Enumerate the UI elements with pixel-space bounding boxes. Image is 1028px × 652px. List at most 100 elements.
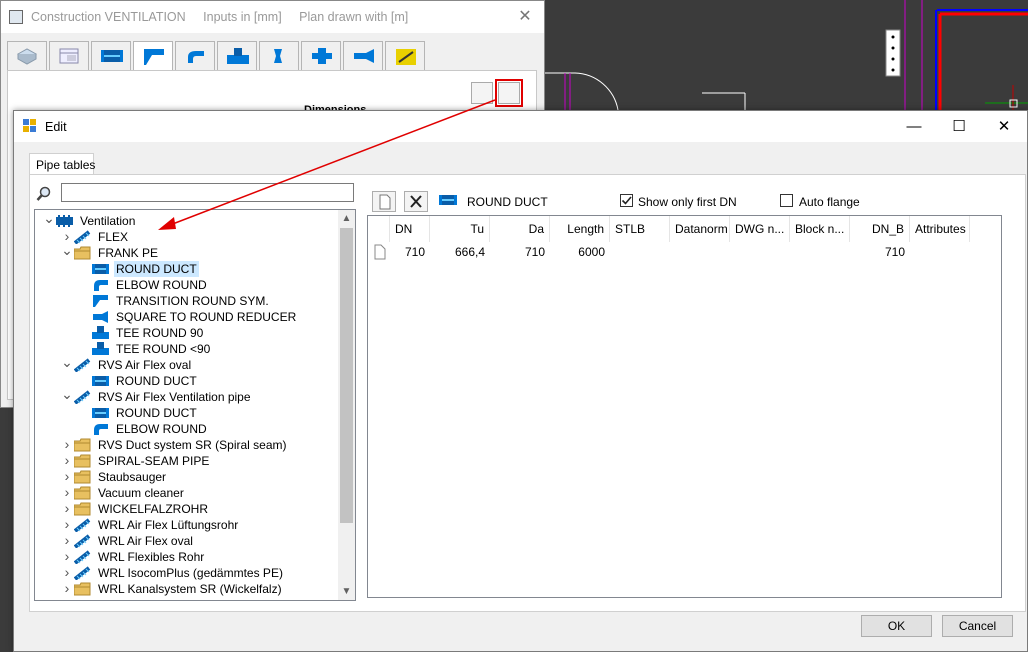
tab-table[interactable]	[49, 41, 89, 71]
checkmark-icon	[621, 196, 632, 205]
scrollbar-thumb[interactable]	[340, 228, 353, 523]
folder-icon	[73, 454, 91, 468]
tab-tee[interactable]	[217, 41, 257, 71]
search-input[interactable]	[61, 183, 354, 202]
column-header-length[interactable]: Length	[550, 216, 610, 242]
round-duct-icon	[92, 406, 109, 420]
flex-icon	[396, 49, 416, 65]
tab-reducer[interactable]	[259, 41, 299, 71]
tab-pipe-tables[interactable]: Pipe tables	[29, 153, 95, 175]
tab-transition[interactable]	[133, 41, 173, 73]
cell-dwg[interactable]	[730, 242, 790, 262]
cross-icon	[312, 48, 332, 64]
cell-datanorm[interactable]	[670, 242, 730, 262]
tree-item-label: ELBOW ROUND	[116, 422, 207, 436]
table-view-button[interactable]	[471, 82, 493, 104]
tree-scrollbar[interactable]: ▲ ▼	[338, 210, 355, 600]
tree-item-label: SPIRAL-SEAM PIPE	[98, 454, 210, 468]
cell-attributes[interactable]	[910, 242, 970, 262]
scroll-up-icon[interactable]: ▲	[338, 210, 355, 227]
folder-icon	[73, 246, 91, 260]
column-header-dn[interactable]: DN	[390, 216, 430, 242]
cell-dn[interactable]: 710	[390, 242, 430, 262]
tee-icon	[92, 326, 109, 340]
delete-row-button[interactable]	[404, 191, 428, 212]
chevron-right-icon[interactable]: ›	[61, 517, 73, 533]
new-row-button[interactable]	[372, 191, 396, 212]
tree-item-label: RVS Air Flex Ventilation pipe	[98, 390, 251, 404]
search-icon	[36, 186, 51, 201]
round-duct-icon	[92, 374, 109, 388]
round-duct-icon	[101, 50, 123, 62]
tree-item-label: ROUND DUCT	[116, 406, 197, 420]
column-header-stlb[interactable]: STLB	[610, 216, 670, 242]
maximize-button[interactable]: ☐	[936, 111, 982, 142]
tab-saddle[interactable]	[343, 41, 383, 71]
tree-item-label: TEE ROUND 90	[116, 326, 204, 340]
close-button[interactable]: ✕	[981, 111, 1027, 142]
tab-flex[interactable]	[385, 41, 425, 71]
flex-pipe-icon	[73, 230, 91, 245]
tree-item-label: RVS Duct system SR (Spiral seam)	[98, 438, 287, 452]
tab-elbow[interactable]	[175, 41, 215, 71]
column-header-da[interactable]: Da	[490, 216, 550, 242]
construction-close-button[interactable]: ✕	[514, 6, 536, 28]
column-header-tu[interactable]: Tu	[430, 216, 490, 242]
pipe-table-tree[interactable]: ▲ ▼ ⌄ Ventilation › FLEX ⌄ FRANK PE ROUND DUCT…	[34, 209, 356, 601]
chevron-right-icon[interactable]: ›	[61, 533, 73, 549]
chevron-right-icon[interactable]: ›	[61, 565, 73, 581]
column-header-dn-b[interactable]: DN_B	[850, 216, 910, 242]
annotation-highlight-box	[495, 79, 523, 107]
table-icon	[59, 48, 79, 64]
chevron-down-icon[interactable]: ⌄	[61, 243, 73, 261]
chevron-down-icon[interactable]: ⌄	[61, 355, 73, 373]
tree-item-label: FLEX	[98, 230, 129, 244]
tab-box[interactable]	[7, 41, 47, 71]
tab-round-duct[interactable]	[91, 41, 131, 71]
cancel-button[interactable]: Cancel	[942, 615, 1013, 637]
column-header-block[interactable]: Block n...	[790, 216, 850, 242]
chevron-right-icon[interactable]: ›	[61, 485, 73, 501]
cell-da[interactable]: 710	[490, 242, 550, 262]
chevron-down-icon[interactable]: ⌄	[43, 211, 55, 229]
cell-tu[interactable]: 666,4	[430, 242, 490, 262]
tree-item-label: WRL Flexibles Rohr	[98, 550, 205, 564]
minimize-button[interactable]: —	[891, 111, 937, 142]
tee-icon	[92, 342, 109, 356]
cell-stlb[interactable]	[610, 242, 670, 262]
elbow-icon	[92, 278, 109, 292]
column-header-dwg[interactable]: DWG n...	[730, 216, 790, 242]
show-only-first-dn-checkbox[interactable]	[620, 194, 633, 207]
new-document-icon	[379, 194, 391, 210]
round-duct-icon	[92, 262, 109, 276]
column-header-attributes[interactable]: Attributes	[910, 216, 970, 242]
chevron-right-icon[interactable]: ›	[61, 549, 73, 565]
chevron-right-icon[interactable]: ›	[61, 501, 73, 517]
auto-flange-label: Auto flange	[799, 195, 860, 209]
folder-icon	[73, 502, 91, 516]
chevron-right-icon[interactable]: ›	[61, 437, 73, 453]
auto-flange-checkbox[interactable]	[780, 194, 793, 207]
pipe-data-grid[interactable]: DN Tu Da Length STLB Datanorm DWG n... B…	[367, 215, 1002, 598]
tree-item-label: TRANSITION ROUND SYM.	[116, 294, 269, 308]
edit-dialog: Edit — ☐ ✕ Pipe tables ▲ ▼ ⌄ Ventilation ›…	[13, 110, 1028, 652]
chevron-right-icon[interactable]: ›	[61, 581, 73, 597]
tab-cross[interactable]	[301, 41, 341, 71]
chevron-right-icon[interactable]: ›	[61, 469, 73, 485]
cell-block[interactable]	[790, 242, 850, 262]
flex-pipe-icon	[73, 358, 91, 373]
chevron-down-icon[interactable]: ⌄	[61, 387, 73, 405]
cell-dn-b[interactable]: 710	[850, 242, 910, 262]
cell-length[interactable]: 6000	[550, 242, 610, 262]
column-header-datanorm[interactable]: Datanorm	[670, 216, 730, 242]
chevron-right-icon[interactable]: ›	[61, 453, 73, 469]
title-part-plan: Plan drawn with [m]	[299, 10, 409, 24]
scroll-down-icon[interactable]: ▼	[338, 583, 355, 600]
ok-button[interactable]: OK	[861, 615, 932, 637]
